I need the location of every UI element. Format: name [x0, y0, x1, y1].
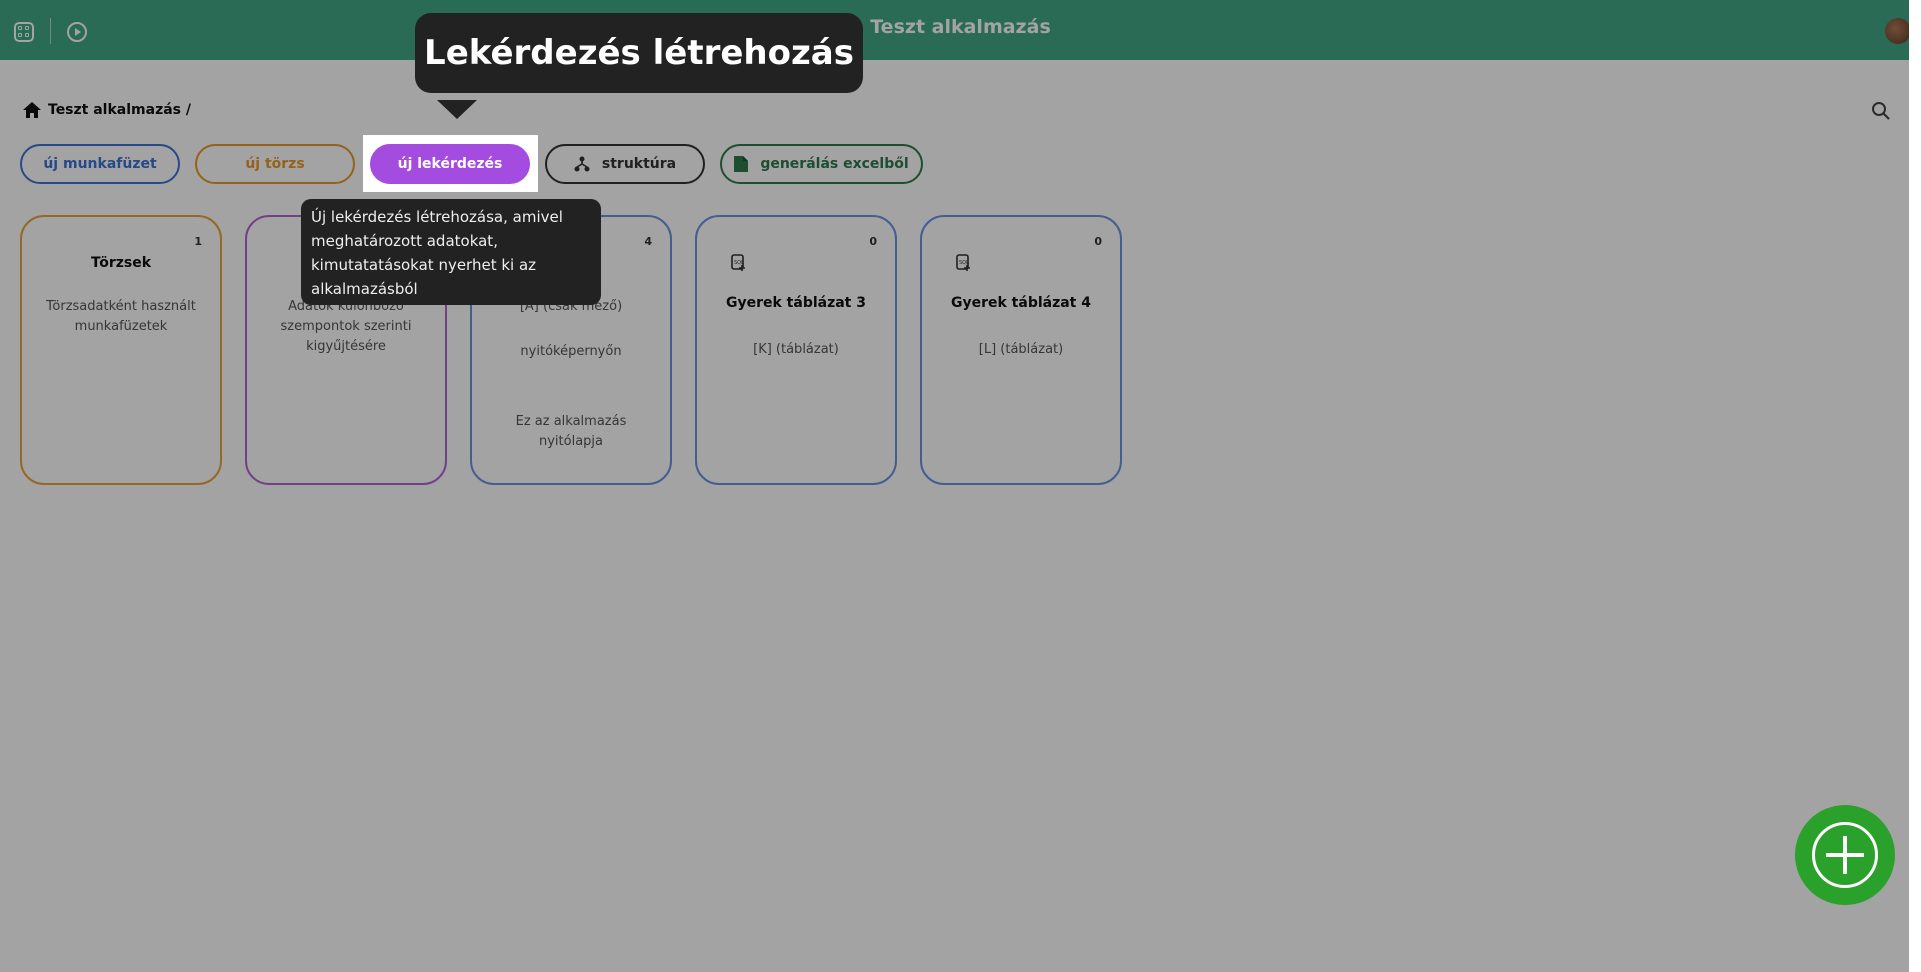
- page-right-edge: [1909, 0, 1921, 972]
- new-query-label: új lekérdezés: [397, 156, 503, 172]
- tour-title-tooltip: Lekérdezés létrehozás: [415, 13, 863, 93]
- tour-spotlight: új lekérdezés: [363, 135, 538, 192]
- tour-text: Új lekérdezés létrehozása, amivel meghat…: [311, 208, 563, 298]
- tour-description-tooltip: Új lekérdezés létrehozása, amivel meghat…: [301, 199, 601, 305]
- add-fab-button[interactable]: [1795, 805, 1895, 905]
- new-query-button[interactable]: új lekérdezés: [370, 144, 530, 184]
- tour-title: Lekérdezés létrehozás: [424, 33, 854, 73]
- tooltip-arrow: [437, 100, 477, 119]
- tour-overlay: [0, 0, 1921, 972]
